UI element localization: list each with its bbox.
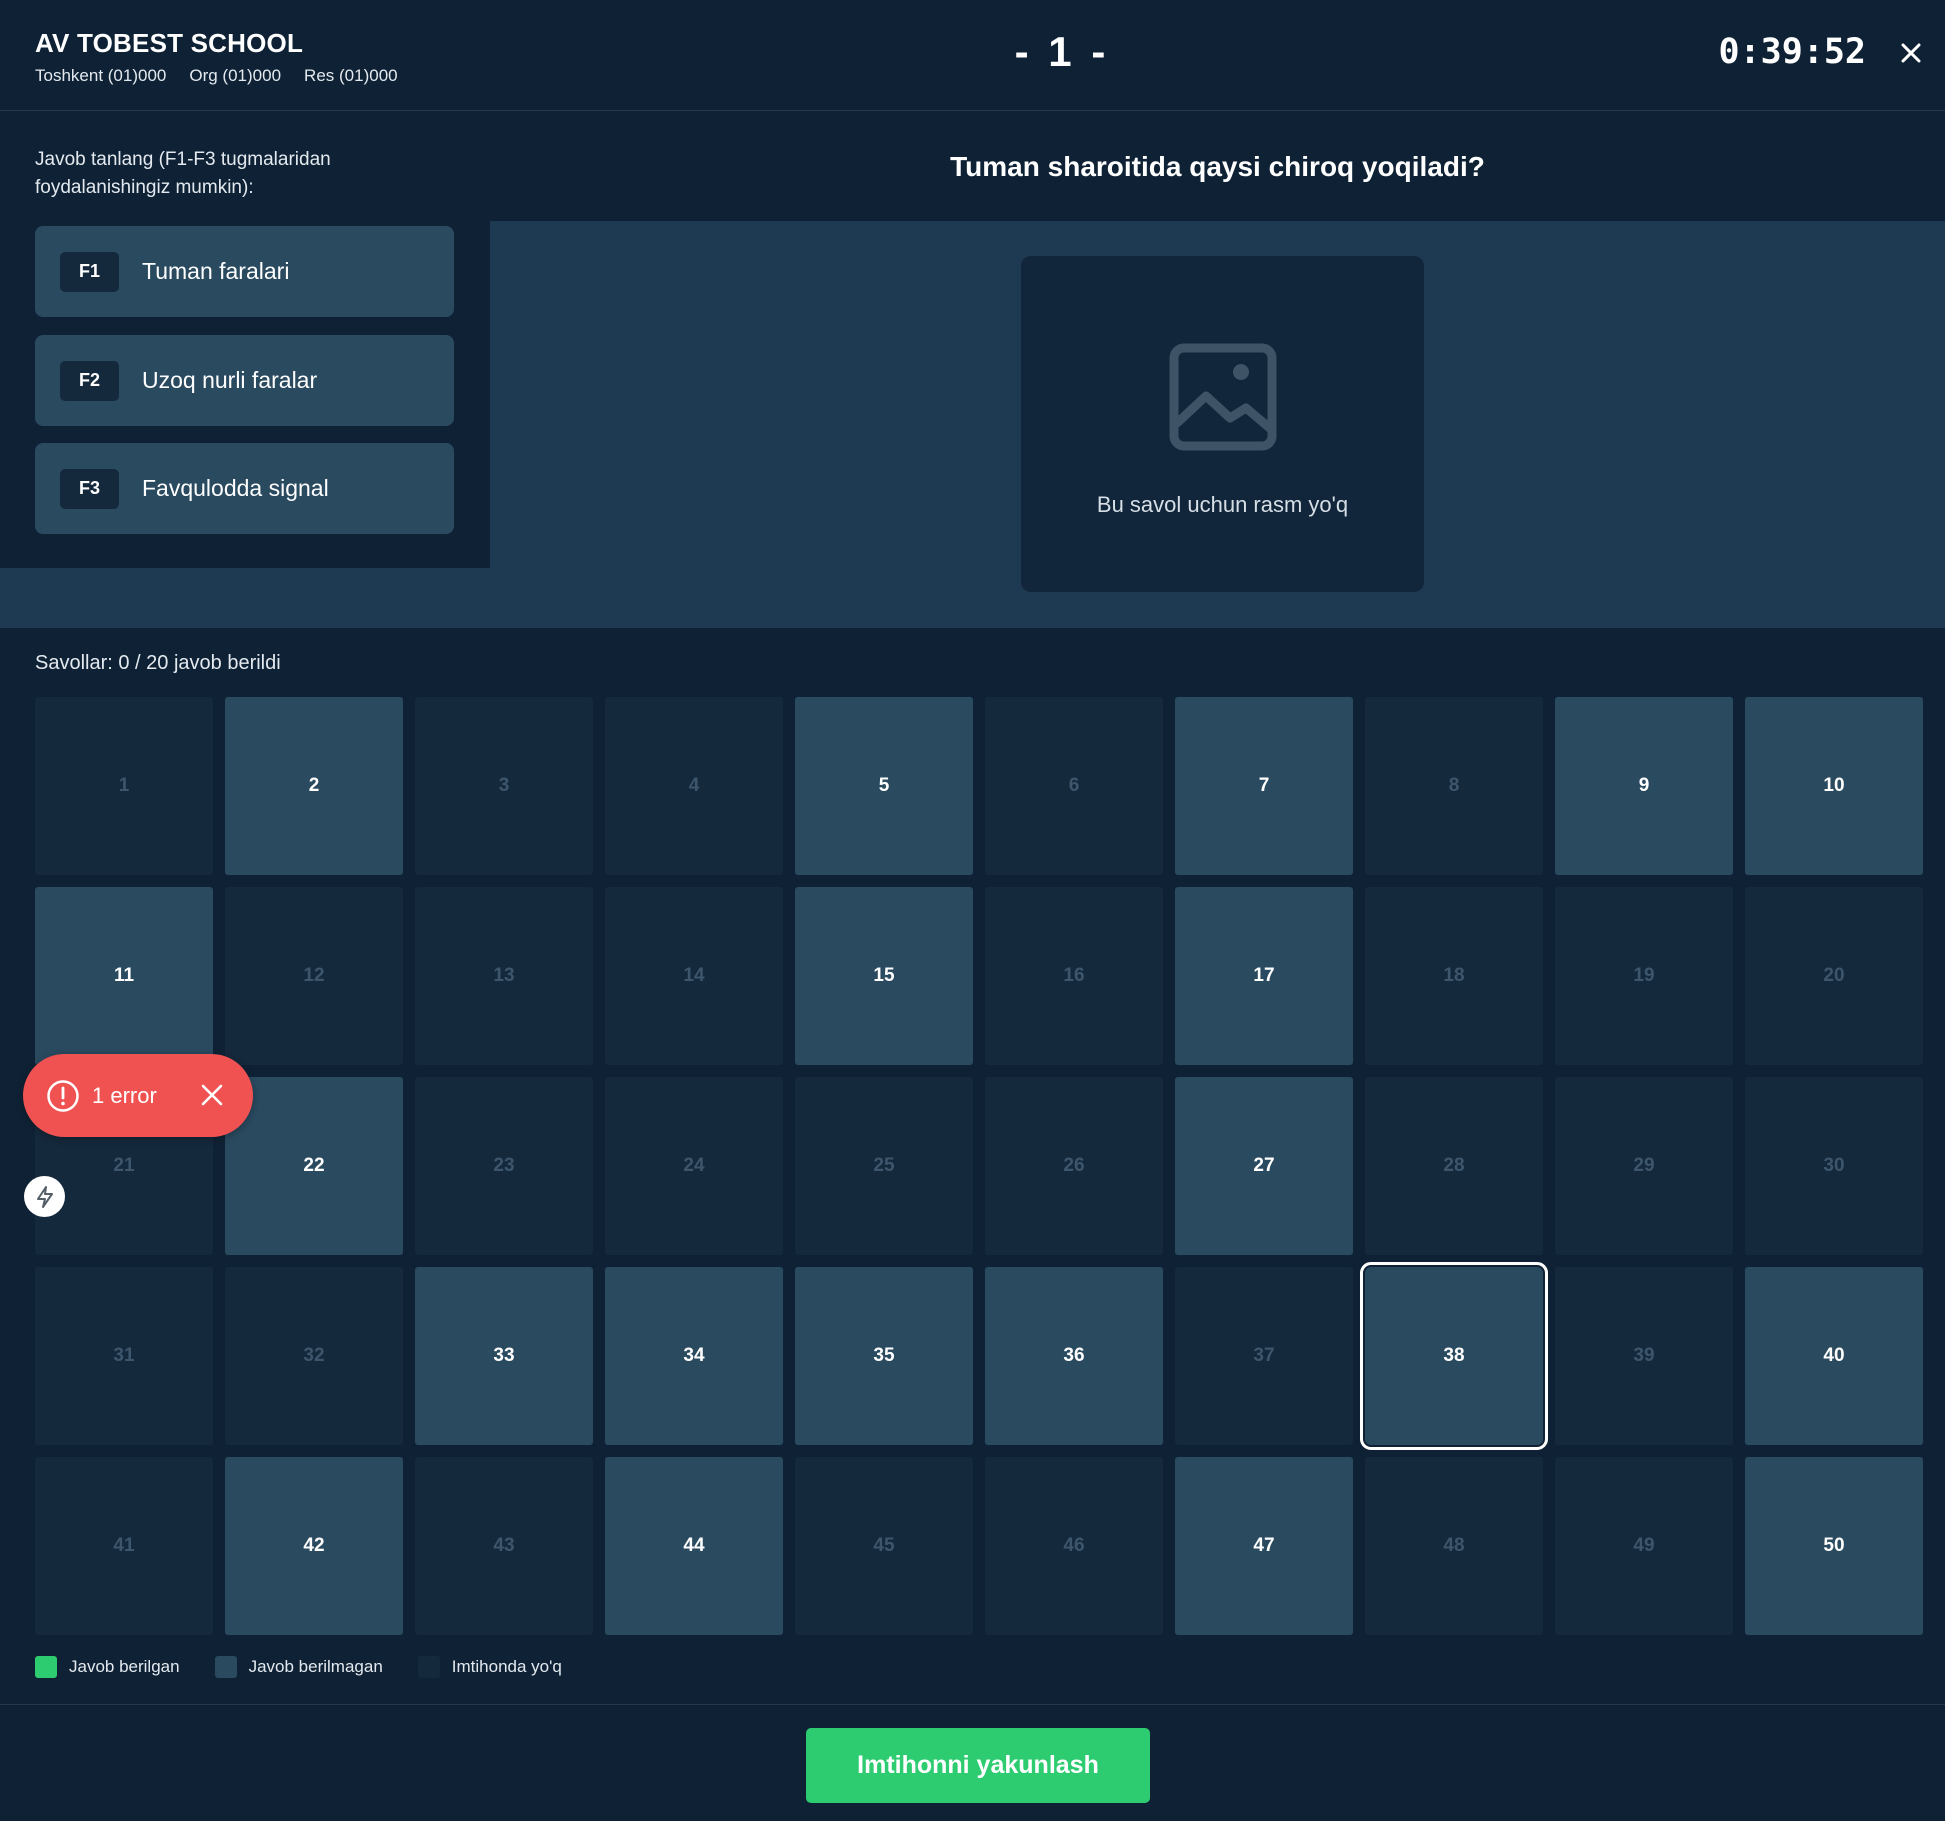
- answer-option-f1[interactable]: F1 Tuman faralari: [35, 226, 454, 317]
- legend-swatch: [214, 1656, 237, 1678]
- question-cell-10[interactable]: 10: [1745, 697, 1923, 875]
- school-res: Res (01)000: [304, 66, 398, 85]
- question-number: - 1 -: [1014, 28, 1110, 75]
- question-cell-39[interactable]: 39: [1555, 1267, 1733, 1445]
- question-cell-6[interactable]: 6: [985, 697, 1163, 875]
- question-cell-4[interactable]: 4: [605, 697, 783, 875]
- legend-item-absent: Imtihonda yo'q: [417, 1656, 562, 1678]
- exam-timer: 0:39:52: [1718, 32, 1866, 72]
- school-org: Org (01)000: [189, 66, 282, 85]
- answer-option-f3[interactable]: F3 Favqulodda signal: [35, 443, 454, 534]
- error-count: 1 error: [92, 1082, 157, 1108]
- bolt-button[interactable]: [24, 1176, 65, 1217]
- answer-option-f2[interactable]: F2 Uzoq nurli faralar: [35, 335, 454, 426]
- question-cell-36[interactable]: 36: [985, 1267, 1163, 1445]
- answer-panel: Javob tanlang (F1-F3 tugmalaridan foydal…: [0, 112, 490, 568]
- question-cell-2[interactable]: 2: [225, 697, 403, 875]
- school-info: Toshkent (01)000 Org (01)000 Res (01)000: [35, 66, 398, 86]
- legend-swatch: [35, 1656, 57, 1678]
- legend-item-unanswered: Javob berilmagan: [214, 1656, 383, 1678]
- question-cell-43[interactable]: 43: [415, 1457, 593, 1635]
- option-label: Favqulodda signal: [142, 475, 329, 501]
- legend-label: Javob berilmagan: [248, 1657, 383, 1676]
- question-cell-7[interactable]: 7: [1175, 697, 1353, 875]
- close-button[interactable]: [1896, 38, 1926, 68]
- bolt-icon: [36, 1185, 53, 1208]
- question-cell-25[interactable]: 25: [795, 1077, 973, 1255]
- close-icon: [1901, 43, 1921, 63]
- header: AV TOBEST SCHOOL Toshkent (01)000 Org (0…: [0, 0, 1945, 111]
- question-cell-8[interactable]: 8: [1365, 697, 1543, 875]
- question-cell-18[interactable]: 18: [1365, 887, 1543, 1065]
- question-cell-11[interactable]: 11: [35, 887, 213, 1065]
- question-cell-3[interactable]: 3: [415, 697, 593, 875]
- question-cell-13[interactable]: 13: [415, 887, 593, 1065]
- question-cell-14[interactable]: 14: [605, 887, 783, 1065]
- legend-swatch: [417, 1656, 440, 1678]
- legend: Javob berilgan Javob berilmagan Imtihond…: [35, 1656, 597, 1678]
- school-region: Toshkent (01)000: [35, 66, 167, 85]
- legend-item-answered: Javob berilgan: [35, 1656, 180, 1678]
- question-cell-38[interactable]: 38: [1360, 1262, 1548, 1450]
- question-cell-44[interactable]: 44: [605, 1457, 783, 1635]
- divider: [0, 1704, 1945, 1705]
- question-cell-49[interactable]: 49: [1555, 1457, 1733, 1635]
- question-cell-48[interactable]: 48: [1365, 1457, 1543, 1635]
- question-grid: 1 2 3 4 5 6 7 8 9 10 11 12 13 14 15 16 17 18 19 20 21 22 23 24 2…: [35, 697, 1923, 1635]
- option-key: F3: [60, 468, 119, 509]
- question-cell-35[interactable]: 35: [795, 1267, 973, 1445]
- question-cell-33[interactable]: 33: [415, 1267, 593, 1445]
- progress-text: Savollar: 0 / 20 javob berildi: [35, 652, 281, 674]
- answer-panel-footer: [0, 568, 490, 627]
- answer-hint: Javob tanlang (F1-F3 tugmalaridan foydal…: [35, 149, 331, 198]
- question-cell-40[interactable]: 40: [1745, 1267, 1923, 1445]
- alert-circle-icon: [47, 1079, 79, 1112]
- question-cell-12[interactable]: 12: [225, 887, 403, 1065]
- question-cell-9[interactable]: 9: [1555, 697, 1733, 875]
- question-cell-29[interactable]: 29: [1555, 1077, 1733, 1255]
- question-cell-1[interactable]: 1: [35, 697, 213, 875]
- option-key: F2: [60, 360, 119, 401]
- image-icon: [1169, 343, 1277, 451]
- question-cell-5[interactable]: 5: [795, 697, 973, 875]
- question-cell-50[interactable]: 50: [1745, 1457, 1923, 1635]
- question-cell-27[interactable]: 27: [1175, 1077, 1353, 1255]
- question-cell-32[interactable]: 32: [225, 1267, 403, 1445]
- question-cell-46[interactable]: 46: [985, 1457, 1163, 1635]
- question-cell-42[interactable]: 42: [225, 1457, 403, 1635]
- question-cell-47[interactable]: 47: [1175, 1457, 1353, 1635]
- question-cell-20[interactable]: 20: [1745, 887, 1923, 1065]
- question-cell-34[interactable]: 34: [605, 1267, 783, 1445]
- error-toast[interactable]: 1 error: [23, 1054, 253, 1137]
- question-cell-30[interactable]: 30: [1745, 1077, 1923, 1255]
- question-cell-37[interactable]: 37: [1175, 1267, 1353, 1445]
- option-label: Tuman faralari: [142, 258, 290, 284]
- question-text: Tuman sharoitida qaysi chiroq yoqiladi?: [950, 150, 1485, 182]
- question-cell-45[interactable]: 45: [795, 1457, 973, 1635]
- legend-label: Imtihonda yo'q: [451, 1657, 562, 1676]
- school-name: AV TOBEST SCHOOL: [35, 28, 304, 58]
- image-placeholder-text: Bu savol uchun rasm yo'q: [1096, 492, 1349, 517]
- divider: [0, 627, 1945, 628]
- finish-exam-button[interactable]: Imtihonni yakunlash: [806, 1728, 1150, 1803]
- option-label: Uzoq nurli faralar: [142, 367, 318, 393]
- option-key: F1: [60, 251, 119, 292]
- close-icon[interactable]: [199, 1082, 225, 1108]
- legend-label: Javob berilgan: [69, 1657, 180, 1676]
- question-cell-15[interactable]: 15: [795, 887, 973, 1065]
- question-cell-24[interactable]: 24: [605, 1077, 783, 1255]
- question-cell-41[interactable]: 41: [35, 1457, 213, 1635]
- question-cell-26[interactable]: 26: [985, 1077, 1163, 1255]
- image-placeholder: Bu savol uchun rasm yo'q: [1021, 256, 1424, 592]
- question-cell-19[interactable]: 19: [1555, 887, 1733, 1065]
- question-cell-28[interactable]: 28: [1365, 1077, 1543, 1255]
- question-cell-17[interactable]: 17: [1175, 887, 1353, 1065]
- question-cell-23[interactable]: 23: [415, 1077, 593, 1255]
- question-cell-31[interactable]: 31: [35, 1267, 213, 1445]
- question-cell-16[interactable]: 16: [985, 887, 1163, 1065]
